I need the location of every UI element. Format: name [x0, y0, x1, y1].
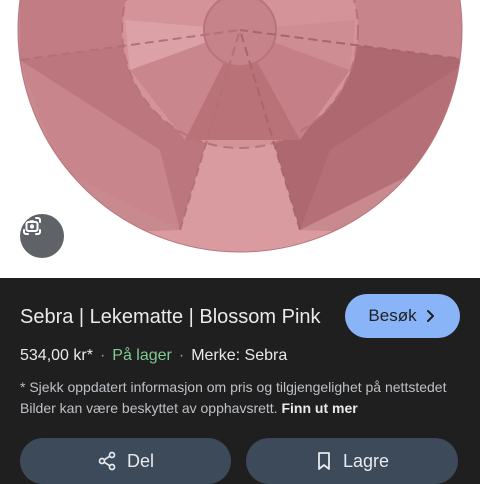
share-button-label: Del — [126, 450, 154, 471]
product-price: 534,00 kr* — [20, 347, 93, 364]
product-brand: Merke: Sebra — [191, 347, 288, 364]
share-button[interactable]: Del — [20, 438, 231, 484]
chevron-right-icon — [423, 309, 437, 323]
save-button-label: Lagre — [342, 450, 390, 471]
play-mat-photo — [17, 0, 463, 253]
product-image[interactable] — [0, 0, 480, 278]
stock-status: På lager — [112, 347, 172, 364]
share-icon — [97, 451, 117, 471]
meta-separator: · — [99, 347, 106, 364]
product-meta: 534,00 kr* · På lager · Merke: Sebra — [20, 345, 460, 367]
disclaimer-text: * Sjekk oppdatert informasjon om pris og… — [20, 379, 447, 416]
visit-button-label: Besøk — [368, 306, 417, 325]
price-disclaimer: * Sjekk oppdatert informasjon om pris og… — [20, 377, 460, 419]
learn-more-link[interactable]: Finn ut mer — [281, 400, 357, 416]
google-lens-button[interactable] — [20, 214, 64, 258]
save-button[interactable]: Lagre — [246, 438, 458, 484]
visit-button[interactable]: Besøk — [345, 294, 460, 338]
meta-separator: · — [178, 347, 185, 364]
product-title[interactable]: Sebra | Lekematte | Blossom Pink — [20, 304, 340, 330]
bookmark-icon — [315, 451, 333, 471]
